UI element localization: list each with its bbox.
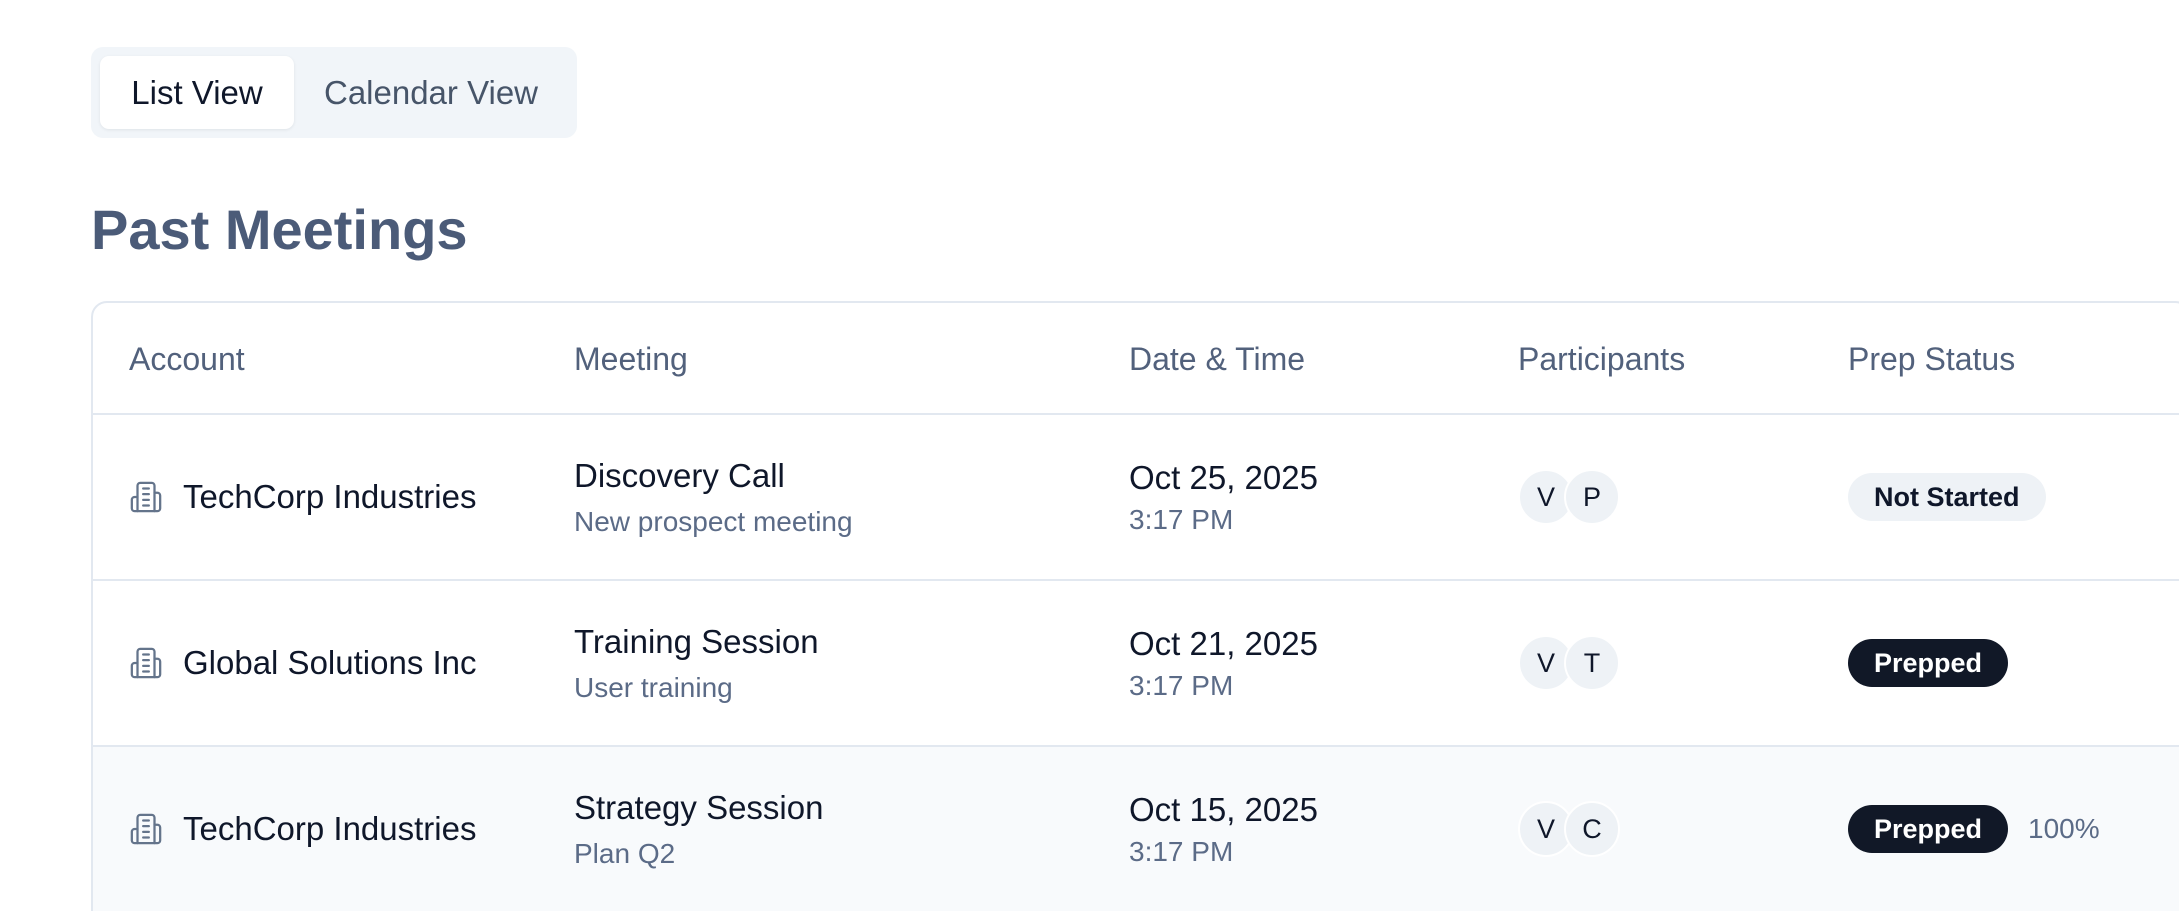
page-title: Past Meetings — [91, 198, 468, 261]
avatar[interactable]: C — [1564, 801, 1620, 857]
participants-cell: V P — [1518, 415, 1620, 579]
meeting-cell: Training Session User training — [574, 581, 819, 745]
account-name[interactable]: TechCorp Industries — [183, 810, 476, 848]
meeting-time: 3:17 PM — [1129, 836, 1234, 867]
meeting-time: 3:17 PM — [1129, 504, 1234, 535]
table-row[interactable]: TechCorp Industries Strategy Session Pla… — [93, 747, 2179, 911]
header-participants[interactable]: Participants — [1518, 303, 1685, 415]
status-badge: Prepped — [1848, 639, 2009, 687]
calendar-view-button[interactable]: Calendar View — [294, 56, 568, 129]
list-view-button[interactable]: List View — [100, 56, 294, 129]
table-header: Account Meeting Date & Time Participants… — [93, 303, 2179, 415]
status-badge: Not Started — [1848, 473, 2046, 521]
building-icon — [129, 479, 165, 515]
account-name[interactable]: Global Solutions Inc — [183, 644, 477, 682]
date-cell: Oct 21, 2025 3:17 PM — [1129, 581, 1318, 745]
prep-status-cell: Prepped — [1848, 581, 2009, 745]
account-cell: TechCorp Industries — [129, 415, 476, 579]
prep-status-cell: Not Started — [1848, 415, 2046, 579]
meeting-title[interactable]: Strategy Session — [574, 787, 823, 829]
avatar[interactable]: T — [1564, 635, 1620, 691]
prep-percent: 100% — [2028, 813, 2100, 844]
date-cell: Oct 25, 2025 3:17 PM — [1129, 415, 1318, 579]
meetings-page: List View Calendar View Past Meetings Ac… — [0, 0, 2179, 911]
meeting-time: 3:17 PM — [1129, 670, 1234, 701]
header-prep-status[interactable]: Prep Status — [1848, 303, 2015, 415]
account-name[interactable]: TechCorp Industries — [183, 478, 476, 516]
meetings-table: Account Meeting Date & Time Participants… — [91, 301, 2179, 911]
meeting-cell: Discovery Call New prospect meeting — [574, 415, 853, 579]
meeting-subtitle: User training — [574, 672, 733, 703]
status-badge: Prepped — [1848, 805, 2009, 853]
meeting-date: Oct 21, 2025 — [1129, 625, 1318, 662]
header-date-time[interactable]: Date & Time — [1129, 303, 1305, 415]
meeting-date: Oct 15, 2025 — [1129, 791, 1318, 828]
meeting-title[interactable]: Discovery Call — [574, 455, 785, 497]
meeting-subtitle: Plan Q2 — [574, 838, 676, 869]
account-cell: TechCorp Industries — [129, 747, 476, 911]
building-icon — [129, 645, 165, 681]
meeting-title[interactable]: Training Session — [574, 621, 819, 663]
building-icon — [129, 811, 165, 847]
meeting-date: Oct 25, 2025 — [1129, 459, 1318, 496]
avatar[interactable]: P — [1564, 469, 1620, 525]
date-cell: Oct 15, 2025 3:17 PM — [1129, 747, 1318, 911]
participants-cell: V C — [1518, 747, 1620, 911]
view-toggle: List View Calendar View — [91, 47, 577, 138]
header-meeting[interactable]: Meeting — [574, 303, 688, 415]
account-cell: Global Solutions Inc — [129, 581, 477, 745]
table-row[interactable]: Global Solutions Inc Training Session Us… — [93, 581, 2179, 747]
participants-cell: V T — [1518, 581, 1620, 745]
header-account[interactable]: Account — [129, 303, 245, 415]
meeting-subtitle: New prospect meeting — [574, 506, 853, 537]
table-row[interactable]: TechCorp Industries Discovery Call New p… — [93, 415, 2179, 581]
prep-status-cell: Prepped 100% — [1848, 747, 2100, 911]
meeting-cell: Strategy Session Plan Q2 — [574, 747, 823, 911]
